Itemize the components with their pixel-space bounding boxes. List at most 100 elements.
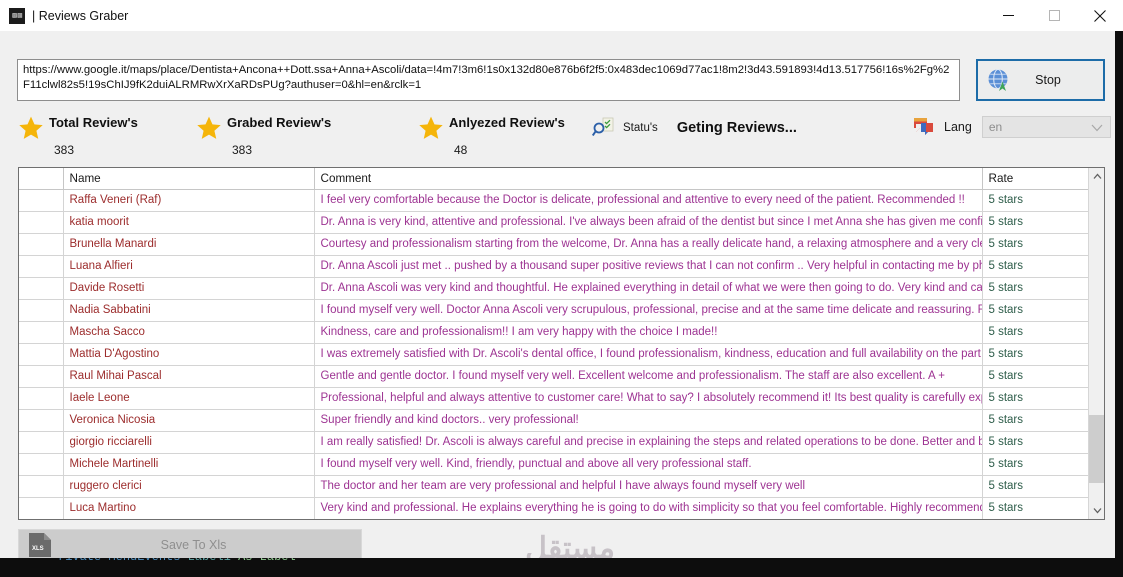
app-icon: ▩▩: [9, 7, 25, 24]
table-row[interactable]: Veronica Nicosia Super friendly and kind …: [19, 409, 1090, 432]
table-row[interactable]: Iaele Leone Professional, helpful and alw…: [19, 387, 1090, 410]
cell-rate[interactable]: 5 stars: [982, 387, 1090, 410]
cell-rate[interactable]: 5 stars: [982, 299, 1090, 322]
cell-name[interactable]: Brunella Manardi: [63, 233, 315, 256]
language-label: Lang: [944, 120, 972, 134]
language-select[interactable]: en: [981, 116, 1111, 138]
cell-rate[interactable]: 5 stars: [982, 497, 1090, 519]
cell-name[interactable]: Luana Alfieri: [63, 255, 315, 278]
cell-comment[interactable]: Kindness, care and professionalism!! I a…: [314, 321, 983, 344]
cell-comment[interactable]: Very kind and professional. He explains …: [314, 497, 983, 519]
row-selector-cell[interactable]: [19, 343, 64, 366]
table-row[interactable]: ruggero clerici The doctor and her team a…: [19, 475, 1090, 498]
cell-comment[interactable]: The doctor and her team are very profess…: [314, 475, 983, 498]
cell-comment[interactable]: Professional, helpful and always attenti…: [314, 387, 983, 410]
cell-name[interactable]: giorgio ricciarelli: [63, 431, 315, 454]
table-row[interactable]: Brunella Manardi Courtesy and professiona…: [19, 233, 1090, 256]
cell-rate[interactable]: 5 stars: [982, 453, 1090, 476]
save-to-xls-button[interactable]: XLS Save To Xls: [18, 529, 362, 561]
cell-name[interactable]: Mattia D'Agostino: [63, 343, 315, 366]
cell-comment[interactable]: I am really satisfied! Dr. Ascoli is alw…: [314, 431, 983, 454]
close-button[interactable]: [1077, 0, 1123, 31]
cell-comment[interactable]: I was extremely satisfied with Dr. Ascol…: [314, 343, 983, 366]
scroll-thumb[interactable]: [1089, 415, 1104, 483]
cell-comment[interactable]: Super friendly and kind doctors.. very p…: [314, 409, 983, 432]
cell-rate[interactable]: 5 stars: [982, 255, 1090, 278]
cell-name[interactable]: Luca Martino: [63, 497, 315, 519]
row-selector-cell[interactable]: [19, 321, 64, 344]
code-token-1: rivate: [58, 558, 101, 564]
cell-rate[interactable]: 5 stars: [982, 233, 1090, 256]
url-input[interactable]: https://www.google.it/maps/place/Dentist…: [17, 59, 960, 101]
cell-comment[interactable]: Courtesy and professionalism starting fr…: [314, 233, 983, 256]
column-header-select[interactable]: [19, 168, 64, 190]
cell-rate[interactable]: 5 stars: [982, 343, 1090, 366]
maximize-button[interactable]: [1031, 0, 1077, 31]
header-row: Name Comment Rate: [19, 168, 1090, 190]
scroll-up-button[interactable]: [1089, 168, 1104, 185]
cell-rate[interactable]: 5 stars: [982, 321, 1090, 344]
row-selector-cell[interactable]: [19, 365, 64, 388]
cell-rate[interactable]: 5 stars: [982, 277, 1090, 300]
row-selector-cell[interactable]: [19, 299, 64, 322]
row-selector-cell[interactable]: [19, 431, 64, 454]
cell-rate[interactable]: 5 stars: [982, 475, 1090, 498]
cell-comment[interactable]: Dr. Anna Ascoli was very kind and though…: [314, 277, 983, 300]
table-row[interactable]: Mattia D'Agostino I was extremely satisfi…: [19, 343, 1090, 366]
row-selector-cell[interactable]: [19, 453, 64, 476]
table-row[interactable]: katia moorit Dr. Anna is very kind, atten…: [19, 211, 1090, 234]
star-icon: [19, 116, 43, 139]
table-row[interactable]: Michele Martinelli I found myself very we…: [19, 453, 1090, 476]
stat-analyzed-label: Anlyezed Review's: [449, 115, 565, 130]
cell-comment[interactable]: Gentle and gentle doctor. I found myself…: [314, 365, 983, 388]
row-selector-cell[interactable]: [19, 475, 64, 498]
cell-rate[interactable]: 5 stars: [982, 211, 1090, 234]
row-selector-cell[interactable]: [19, 211, 64, 234]
row-selector-cell[interactable]: [19, 233, 64, 256]
stat-analyzed-head: Anlyezed Review's: [418, 113, 565, 141]
column-header-name[interactable]: Name: [63, 168, 315, 190]
cell-name[interactable]: Iaele Leone: [63, 387, 315, 410]
cell-rate[interactable]: 5 stars: [982, 431, 1090, 454]
cell-rate[interactable]: 5 stars: [982, 189, 1090, 212]
cell-name[interactable]: Raul Mihai Pascal: [63, 365, 315, 388]
cell-comment[interactable]: Dr. Anna is very kind, attentive and pro…: [314, 211, 983, 234]
column-header-rate[interactable]: Rate: [982, 168, 1090, 190]
cell-comment[interactable]: I feel very comfortable because the Doct…: [314, 189, 983, 212]
cell-name[interactable]: katia moorit: [63, 211, 315, 234]
table-row[interactable]: giorgio ricciarelli I am really satisfied…: [19, 431, 1090, 454]
cell-name[interactable]: Mascha Sacco: [63, 321, 315, 344]
table-row[interactable]: Mascha Sacco Kindness, care and professio…: [19, 321, 1090, 344]
cell-comment[interactable]: I found myself very well. Doctor Anna As…: [314, 299, 983, 322]
cell-comment[interactable]: I found myself very well. Kind, friendly…: [314, 453, 983, 476]
grid-vertical-scrollbar[interactable]: [1088, 168, 1104, 519]
cell-comment[interactable]: Dr. Anna Ascoli just met .. pushed by a …: [314, 255, 983, 278]
table-row[interactable]: Raul Mihai Pascal Gentle and gentle docto…: [19, 365, 1090, 388]
table-row[interactable]: Luca Martino Very kind and professional. …: [19, 497, 1090, 519]
cell-name[interactable]: Davide Rosetti: [63, 277, 315, 300]
row-selector-cell[interactable]: [19, 497, 64, 519]
table-row[interactable]: Luana Alfieri Dr. Anna Ascoli just met ..…: [19, 255, 1090, 278]
cell-rate[interactable]: 5 stars: [982, 365, 1090, 388]
row-selector-cell[interactable]: [19, 409, 64, 432]
table-row[interactable]: Davide Rosetti Dr. Anna Ascoli was very k…: [19, 277, 1090, 300]
cell-rate[interactable]: 5 stars: [982, 409, 1090, 432]
column-header-comment[interactable]: Comment: [314, 168, 983, 190]
status-group: Statu's Geting Reviews...: [592, 117, 797, 139]
reviews-grid[interactable]: Name Comment Rate Raffa Veneri (Raf) I fe…: [18, 167, 1105, 520]
scroll-down-button[interactable]: [1089, 502, 1104, 519]
row-selector-cell[interactable]: [19, 387, 64, 410]
row-selector-cell[interactable]: [19, 255, 64, 278]
cell-name[interactable]: Raffa Veneri (Raf): [63, 189, 315, 212]
table-row[interactable]: Raffa Veneri (Raf) I feel very comfortabl…: [19, 189, 1090, 212]
table-row[interactable]: Nadia Sabbatini I found myself very well.…: [19, 299, 1090, 322]
row-selector-cell[interactable]: [19, 189, 64, 212]
row-selector-cell[interactable]: [19, 277, 64, 300]
stop-button[interactable]: Stop: [976, 59, 1105, 101]
minimize-button[interactable]: [985, 0, 1031, 31]
table-header: Name Comment Rate: [19, 168, 1090, 190]
cell-name[interactable]: Veronica Nicosia: [63, 409, 315, 432]
cell-name[interactable]: Michele Martinelli: [63, 453, 315, 476]
cell-name[interactable]: Nadia Sabbatini: [63, 299, 315, 322]
cell-name[interactable]: ruggero clerici: [63, 475, 315, 498]
